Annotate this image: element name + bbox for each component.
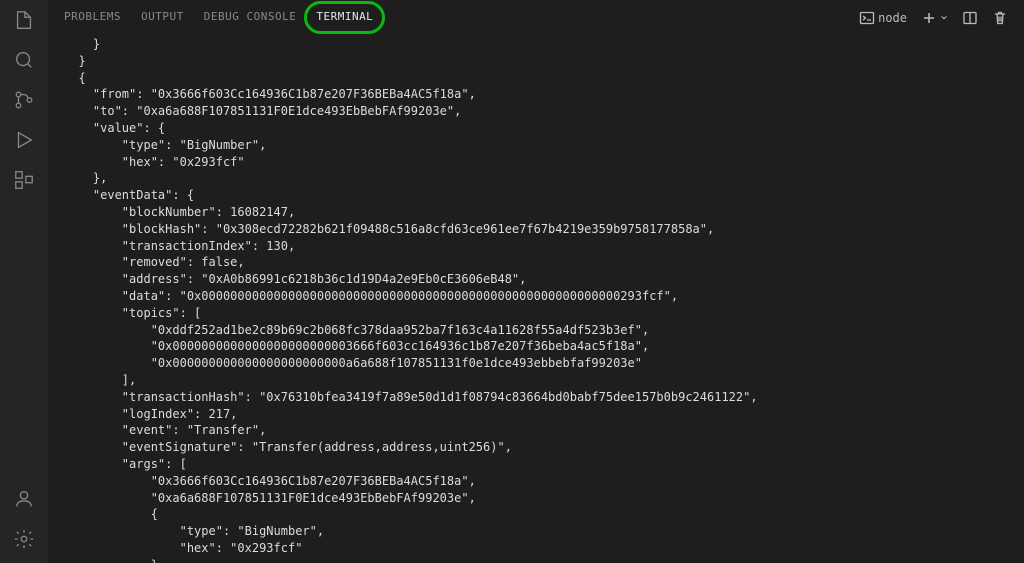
plus-icon bbox=[921, 10, 937, 26]
account-icon[interactable] bbox=[12, 487, 36, 511]
kill-terminal-button[interactable] bbox=[992, 10, 1008, 26]
tab-debug-console[interactable]: DEBUG CONSOLE bbox=[204, 4, 297, 32]
source-control-icon[interactable] bbox=[12, 88, 36, 112]
terminal-type-icon bbox=[859, 10, 875, 26]
main-panel: PROBLEMS OUTPUT DEBUG CONSOLE TERMINAL n… bbox=[48, 0, 1024, 563]
panel-actions: node bbox=[859, 10, 1008, 26]
activity-bar bbox=[0, 0, 48, 563]
panel-tabs: PROBLEMS OUTPUT DEBUG CONSOLE TERMINAL bbox=[64, 4, 859, 32]
panel-header: PROBLEMS OUTPUT DEBUG CONSOLE TERMINAL n… bbox=[48, 0, 1024, 32]
new-terminal-button[interactable] bbox=[921, 10, 948, 26]
debug-icon[interactable] bbox=[12, 128, 36, 152]
shell-label: node bbox=[878, 11, 907, 25]
split-terminal-button[interactable] bbox=[962, 10, 978, 26]
tab-problems[interactable]: PROBLEMS bbox=[64, 4, 121, 32]
tab-output[interactable]: OUTPUT bbox=[141, 4, 184, 32]
search-icon[interactable] bbox=[12, 48, 36, 72]
split-icon bbox=[962, 10, 978, 26]
settings-icon[interactable] bbox=[12, 527, 36, 551]
terminal-output[interactable]: } } { "from": "0x3666f603Cc164936C1b87e2… bbox=[48, 32, 1024, 563]
extensions-icon[interactable] bbox=[12, 168, 36, 192]
terminal-shell-selector[interactable]: node bbox=[859, 10, 907, 26]
chevron-down-icon bbox=[940, 14, 948, 22]
explorer-icon[interactable] bbox=[12, 8, 36, 32]
trash-icon bbox=[992, 10, 1008, 26]
tab-terminal[interactable]: TERMINAL bbox=[316, 4, 373, 32]
